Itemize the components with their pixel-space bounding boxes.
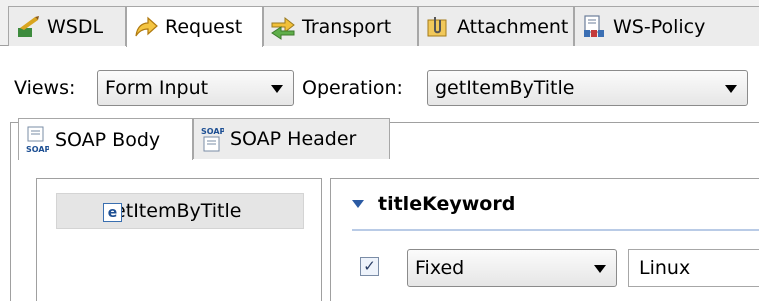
transport-icon: [270, 14, 296, 40]
element-icon: e: [103, 203, 122, 222]
title-keyword-input[interactable]: Linux: [628, 249, 759, 287]
tab-label: WSDL: [47, 15, 104, 38]
tab-label: Request: [165, 16, 243, 38]
checkmark-icon: ✓: [363, 257, 376, 275]
views-dropdown[interactable]: Form Input: [97, 70, 294, 106]
svg-text:SOAP: SOAP: [26, 145, 49, 154]
title-keyword-value: Linux: [639, 257, 691, 279]
tab-transport[interactable]: Transport: [263, 6, 418, 46]
tab-attachment[interactable]: Attachment: [418, 6, 574, 46]
tab-label: SOAP Header: [230, 128, 357, 150]
section-titlekeyword[interactable]: titleKeyword: [352, 193, 515, 215]
collapse-triangle-icon[interactable]: [352, 200, 364, 208]
wsdl-icon: [15, 14, 41, 40]
svg-text:SOAP: SOAP: [201, 127, 224, 136]
chevron-down-icon: [271, 85, 283, 93]
tree-item-label: getItemByTitle: [102, 200, 242, 222]
views-dropdown-value: Form Input: [105, 77, 209, 99]
tab-request[interactable]: Request: [126, 6, 263, 47]
value-mode-dropdown[interactable]: Fixed: [407, 249, 617, 287]
tab-soap-body[interactable]: SOAP SOAP Body: [18, 118, 193, 160]
chevron-down-icon: [594, 265, 606, 273]
tab-ws-policy[interactable]: WS-Policy: [574, 6, 759, 46]
chevron-down-icon: [725, 85, 737, 93]
attachment-icon: [425, 14, 451, 40]
soap-header-icon: SOAP: [200, 125, 224, 153]
soap-body-icon: SOAP: [25, 126, 49, 154]
tab-label: Attachment: [457, 15, 569, 38]
tab-wsdl[interactable]: WSDL: [8, 6, 126, 46]
tree-item-getitembytitle[interactable]: e getItemByTitle: [56, 193, 304, 229]
request-arrow-icon: [133, 14, 159, 40]
tab-label: WS-Policy: [613, 15, 706, 38]
section-divider: [352, 229, 759, 231]
tab-label: SOAP Body: [55, 128, 161, 151]
operation-label: Operation:: [302, 77, 403, 99]
operation-dropdown-value: getItemByTitle: [435, 77, 575, 99]
value-mode-value: Fixed: [415, 257, 465, 279]
views-label: Views:: [14, 77, 76, 99]
include-checkbox[interactable]: ✓: [360, 257, 379, 276]
ws-policy-icon: [581, 14, 607, 40]
tab-soap-header[interactable]: SOAP SOAP Header: [193, 118, 390, 159]
section-title: titleKeyword: [378, 193, 516, 215]
operation-dropdown[interactable]: getItemByTitle: [427, 70, 748, 106]
tab-label: Transport: [302, 15, 392, 38]
